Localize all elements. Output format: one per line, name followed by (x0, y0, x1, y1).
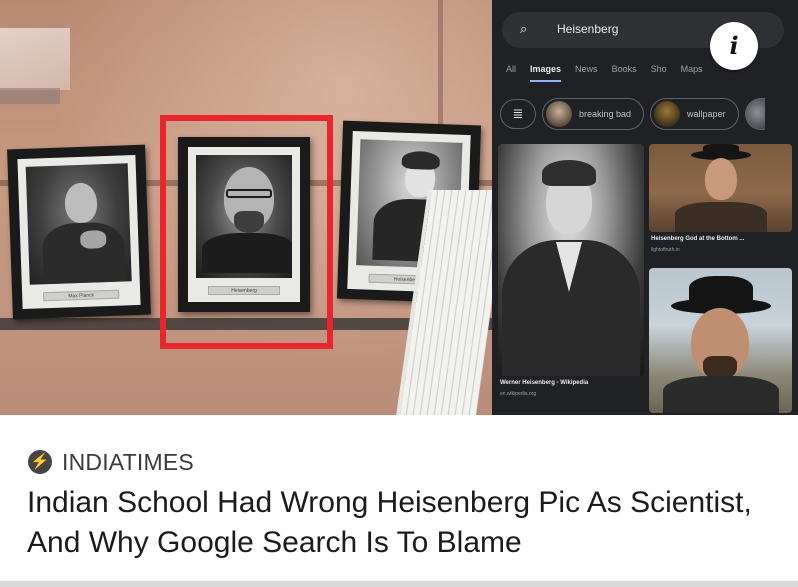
tab-maps[interactable]: Maps (681, 64, 703, 84)
portrait-planck (25, 163, 132, 285)
tab-news[interactable]: News (575, 64, 598, 84)
portrait-frame-left: Max Planck (7, 144, 151, 320)
article-source: ⚡ INDIATIMES (28, 448, 194, 476)
chip-thumbnail (546, 101, 572, 127)
result-title[interactable]: Heisenberg God at the Bottom ... (651, 236, 744, 242)
article-headline[interactable]: Indian School Had Wrong Heisenberg Pic A… (27, 483, 787, 563)
result-title[interactable]: Werner Heisenberg - Wikipedia (500, 380, 588, 386)
search-tabs: All Images News Books Sho Maps (506, 64, 717, 84)
search-icon: ⌕ (520, 21, 528, 36)
tab-images[interactable]: Images (530, 64, 562, 84)
window-glare (0, 28, 70, 90)
chip-wallpaper[interactable]: wallpaper (650, 98, 739, 130)
highlight-box (160, 115, 333, 349)
image-result-walter-white-hat[interactable] (649, 144, 792, 232)
news-image-collage: Max Planck Heisenberg Heisenberg ⌕ Heise… (0, 0, 798, 415)
tab-shopping[interactable]: Sho (651, 64, 667, 84)
tab-books[interactable]: Books (612, 64, 637, 84)
google-search-screenshot: ⌕ Heisenberg All Images News Books Sho M… (492, 0, 798, 415)
search-query: Heisenberg (557, 22, 619, 36)
lightning-bolt-icon: ⚡ (28, 450, 52, 474)
image-result-werner-heisenberg[interactable] (498, 144, 644, 376)
bottom-divider (0, 581, 798, 587)
image-result-walter-white[interactable] (649, 268, 792, 413)
tune-icon[interactable]: ≣ (500, 99, 536, 129)
window-frame (0, 88, 60, 104)
info-icon: i (710, 22, 758, 70)
chip-overflow[interactable] (744, 98, 765, 130)
result-source: en.wikipedia.org (500, 391, 537, 397)
chip-label: wallpaper (687, 109, 726, 119)
chip-label: breaking bad (579, 109, 632, 119)
result-source: lightoftruth.in (651, 247, 680, 253)
frame-nameplate: Max Planck (43, 289, 120, 302)
chip-thumbnail (654, 101, 681, 127)
chip-breaking-bad[interactable]: breaking bad (542, 98, 645, 130)
tab-all[interactable]: All (506, 64, 516, 84)
article-card[interactable]: ⚡ INDIATIMES Indian School Had Wrong Hei… (0, 415, 798, 587)
source-name: INDIATIMES (62, 448, 194, 475)
filter-chips: ≣ breaking bad wallpaper (500, 96, 765, 132)
